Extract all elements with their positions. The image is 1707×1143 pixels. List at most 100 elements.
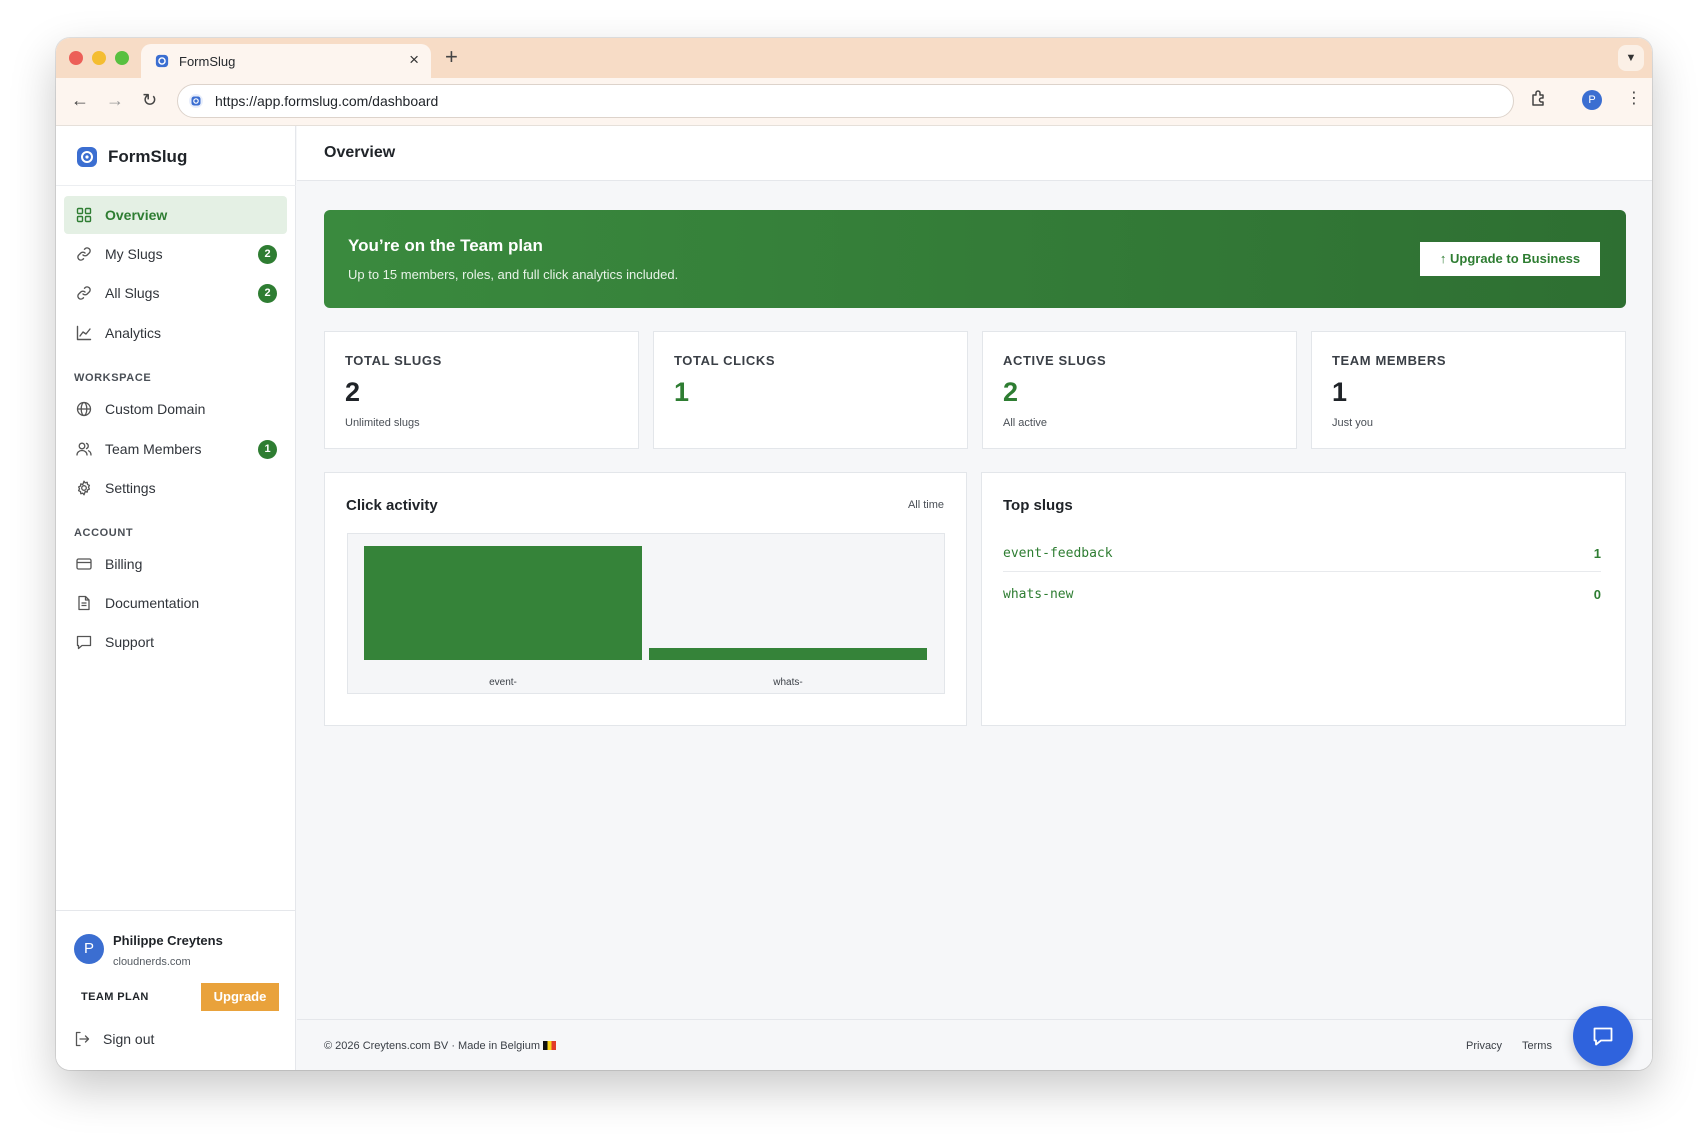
page-title: Overview (324, 144, 396, 161)
sidebar-item-settings[interactable]: Settings (64, 469, 287, 507)
site-info-icon[interactable] (188, 93, 204, 109)
credit-card-icon (76, 558, 92, 570)
footer: © 2026 Creytens.com BV · Made in Belgium… (297, 1019, 1652, 1070)
stat-subtext: All active (1003, 417, 1048, 429)
tab-title: FormSlug (179, 54, 236, 69)
sidebar-item-documentation[interactable]: Documentation (64, 584, 287, 622)
browser-window: FormSlug × + ▼ ← → ↻ https://app.formslu… (56, 38, 1652, 1070)
count-badge: 2 (258, 245, 277, 264)
app-root: FormSlug Overview My Slugs 2 All Slugs 2… (56, 126, 1652, 1070)
sidebar-item-my-slugs[interactable]: My Slugs 2 (64, 235, 287, 273)
forward-arrow-icon[interactable]: → (106, 90, 124, 111)
back-arrow-icon[interactable]: ← (71, 90, 89, 111)
link-icon (77, 286, 91, 300)
user-name: Philippe Creytens (113, 933, 223, 948)
stat-value: 1 (1332, 377, 1348, 407)
slug-name[interactable]: whats-new (1003, 587, 1073, 602)
banner-title: You’re on the Team plan (348, 236, 543, 255)
chart-bar-event[interactable] (364, 546, 642, 660)
close-window-button[interactable] (69, 51, 83, 65)
address-bar[interactable]: https://app.formslug.com/dashboard (177, 84, 1514, 118)
banner-subtitle: Up to 15 members, roles, and full click … (348, 267, 679, 282)
sidebar-item-custom-domain[interactable]: Custom Domain (64, 390, 287, 428)
stat-subtext: Unlimited slugs (345, 417, 420, 429)
count-badge: 2 (258, 284, 277, 303)
sidebar-item-all-slugs[interactable]: All Slugs 2 (64, 274, 287, 312)
top-slugs-panel: Top slugs event-feedback 1 whats-new 0 (981, 472, 1626, 726)
new-tab-icon[interactable]: + (445, 44, 458, 70)
panel-title: Top slugs (1003, 497, 1073, 514)
panel-title: Click activity (346, 497, 438, 514)
browser-tab[interactable]: FormSlug × (141, 44, 431, 78)
time-range-label[interactable]: All time (908, 499, 944, 511)
account-heading: ACCOUNT (74, 527, 134, 539)
stat-card-total-slugs: TOTAL SLUGS 2 Unlimited slugs (324, 331, 639, 449)
stat-value: 2 (1003, 377, 1019, 407)
stat-card-active-slugs: ACTIVE SLUGS 2 All active (982, 331, 1297, 449)
stat-subtext: Just you (1332, 417, 1373, 429)
formslug-favicon-icon (155, 54, 169, 68)
chat-icon (76, 635, 92, 650)
stat-card-team-members: TEAM MEMBERS 1 Just you (1311, 331, 1626, 449)
stat-value: 2 (345, 377, 361, 407)
chat-bubble-icon (1593, 1027, 1613, 1046)
plan-banner: You’re on the Team plan Up to 15 members… (324, 210, 1626, 308)
minimize-window-button[interactable] (92, 51, 106, 65)
extensions-puzzle-icon[interactable] (1530, 89, 1548, 107)
sidebar-item-billing[interactable]: Billing (64, 545, 287, 583)
browser-toolbar: ← → ↻ https://app.formslug.com/dashboard… (56, 78, 1652, 126)
avatar[interactable]: P (74, 934, 104, 964)
url-text[interactable]: https://app.formslug.com/dashboard (215, 93, 438, 109)
brand-name: FormSlug (108, 147, 188, 166)
maximize-window-button[interactable] (115, 51, 129, 65)
footer-copyright: © 2026 Creytens.com BV · Made in Belgium (324, 1040, 556, 1052)
sidebar-item-analytics[interactable]: Analytics (64, 314, 287, 352)
sidebar-item-label: Team Members (105, 441, 202, 457)
divider (56, 185, 296, 186)
count-badge: 1 (258, 440, 277, 459)
sidebar-item-label: All Slugs (105, 285, 160, 301)
sidebar: FormSlug Overview My Slugs 2 All Slugs 2… (56, 126, 296, 1070)
copyright-text: © 2026 Creytens.com BV · Made in Belgium (324, 1040, 540, 1052)
list-item[interactable]: event-feedback 1 (1003, 534, 1601, 572)
slug-click-count: 0 (1593, 587, 1601, 602)
sign-out-button[interactable]: Sign out (74, 1024, 274, 1054)
tab-close-icon[interactable]: × (409, 50, 419, 70)
tab-search-chevron-icon[interactable]: ▼ (1618, 45, 1644, 71)
terms-link[interactable]: Terms (1522, 1040, 1552, 1052)
chart-tick-label: whats- (773, 677, 803, 688)
stat-label: ACTIVE SLUGS (1003, 353, 1107, 368)
document-icon (78, 595, 90, 611)
stat-card-total-clicks: TOTAL CLICKS 1 (653, 331, 968, 449)
sidebar-item-label: Settings (105, 480, 156, 496)
gear-icon (77, 480, 91, 496)
slug-name[interactable]: event-feedback (1003, 546, 1113, 561)
link-icon (77, 247, 91, 261)
reload-icon[interactable]: ↻ (142, 90, 157, 111)
sidebar-item-label: My Slugs (105, 246, 163, 262)
sidebar-item-label: Documentation (105, 595, 200, 611)
sidebar-item-overview[interactable]: Overview (64, 196, 287, 234)
workspace-heading: WORKSPACE (74, 372, 152, 384)
chart-bar-whats[interactable] (649, 648, 927, 660)
chart-line-icon (76, 325, 92, 341)
stat-label: TOTAL SLUGS (345, 353, 442, 368)
main-content: Overview You’re on the Team plan Up to 1… (297, 126, 1652, 1070)
sidebar-item-label: Billing (105, 556, 143, 572)
browser-profile-avatar[interactable]: P (1582, 90, 1602, 110)
upgrade-button[interactable]: Upgrade (201, 983, 279, 1011)
divider (56, 910, 296, 911)
sidebar-item-label: Custom Domain (105, 401, 206, 417)
sidebar-item-label: Overview (105, 207, 168, 223)
list-item[interactable]: whats-new 0 (1003, 575, 1601, 613)
sidebar-item-support[interactable]: Support (64, 623, 287, 661)
plan-label: TEAM PLAN (81, 991, 149, 1003)
page-header: Overview (297, 126, 1652, 181)
grid-icon (76, 207, 92, 223)
chat-support-button[interactable] (1573, 1006, 1633, 1066)
more-vertical-icon[interactable]: ⋮ (1626, 88, 1642, 108)
sidebar-item-team-members[interactable]: Team Members 1 (64, 430, 287, 468)
privacy-link[interactable]: Privacy (1466, 1040, 1502, 1052)
click-activity-chart: event-whats- (347, 533, 945, 694)
upgrade-to-business-button[interactable]: ↑ Upgrade to Business (1420, 242, 1600, 276)
